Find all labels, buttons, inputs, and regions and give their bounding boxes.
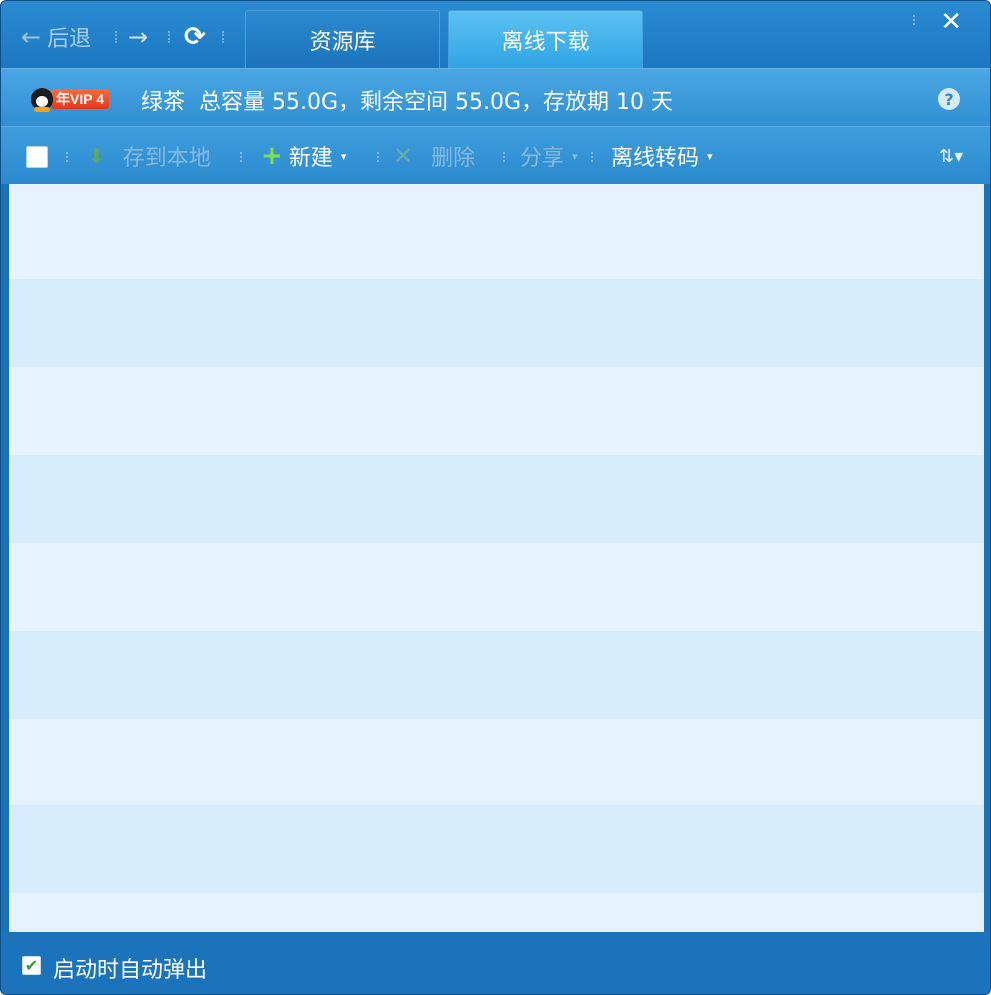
list-row — [9, 455, 984, 543]
nav-separator — [115, 15, 117, 59]
task-list[interactable] — [9, 184, 984, 932]
save-local-label: 存到本地 — [122, 146, 211, 171]
title-bar: ← 后退 → ⟳ 资源库 离线下载 ✕ — [1, 1, 990, 68]
back-arrow-icon: ← — [21, 23, 42, 51]
sort-icon: ⇅▾ — [939, 145, 964, 167]
list-row — [9, 631, 984, 719]
toolbar-separator — [377, 152, 379, 162]
qq-penguin-icon — [31, 88, 53, 112]
vip-badge: 年VIP 4 — [31, 88, 109, 112]
refresh-button[interactable]: ⟳ — [184, 15, 206, 59]
vip-level-tag: 年VIP 4 — [51, 89, 109, 109]
new-task-button[interactable]: + 新建 ▾ — [261, 127, 346, 185]
save-local-button[interactable]: ⬇ 存到本地 — [88, 127, 211, 185]
help-icon[interactable]: ? — [938, 88, 960, 110]
toolbar-separator — [240, 152, 242, 162]
forward-arrow-icon: → — [128, 23, 149, 51]
list-row — [9, 893, 984, 932]
toolbar: ⬇ 存到本地 + 新建 ▾ ✕ 删除 分享 ▾ 离线转码 ▾ ⇅▾ — [1, 126, 990, 184]
list-row — [9, 367, 984, 455]
delete-x-icon: ✕ — [393, 142, 414, 170]
back-label: 后退 — [47, 27, 92, 52]
titlebar-separator — [913, 15, 915, 25]
list-row — [9, 279, 984, 367]
share-label: 分享 — [520, 146, 565, 171]
list-row — [9, 805, 984, 893]
download-icon: ⬇ — [88, 144, 105, 168]
list-row — [9, 543, 984, 631]
auto-popup-checkbox[interactable]: ✔ — [22, 956, 41, 975]
chevron-down-icon: ▾ — [707, 149, 713, 163]
tab-label: 资源库 — [309, 29, 376, 55]
nav-separator — [222, 15, 224, 59]
share-button[interactable]: 分享 ▾ — [520, 127, 578, 185]
toolbar-separator — [503, 152, 505, 162]
back-button[interactable]: ← 后退 — [21, 15, 91, 59]
forward-button[interactable]: → — [128, 15, 148, 59]
sort-button[interactable]: ⇅▾ — [939, 127, 963, 185]
offline-transcode-button[interactable]: 离线转码 ▾ — [611, 127, 713, 185]
delete-button[interactable]: ✕ 删除 — [393, 127, 475, 185]
auto-popup-label[interactable]: 启动时自动弹出 — [53, 952, 207, 984]
delete-label: 删除 — [431, 146, 476, 171]
list-row — [9, 719, 984, 807]
tab-offline-download[interactable]: 离线下载 — [448, 10, 643, 68]
plus-icon: + — [261, 141, 283, 171]
close-button[interactable]: ✕ — [940, 7, 962, 37]
new-task-label: 新建 — [288, 146, 333, 171]
account-info-bar: 年VIP 4 绿茶 总容量 55.0G，剩余空间 55.0G，存放期 10 天 … — [1, 68, 990, 126]
toolbar-separator — [591, 152, 593, 162]
tab-label: 离线下载 — [501, 29, 590, 55]
chevron-down-icon: ▾ — [572, 149, 578, 163]
select-all-checkbox[interactable] — [26, 146, 48, 168]
list-row — [9, 184, 984, 272]
storage-info-text: 绿茶 总容量 55.0G，剩余空间 55.0G，存放期 10 天 — [141, 90, 674, 115]
tab-resource-library[interactable]: 资源库 — [245, 10, 440, 68]
transcode-label: 离线转码 — [611, 146, 700, 171]
close-icon: ✕ — [940, 7, 962, 37]
refresh-icon: ⟳ — [184, 22, 206, 52]
toolbar-separator — [66, 152, 68, 162]
offline-download-window: ← 后退 → ⟳ 资源库 离线下载 ✕ 年VIP 4 绿茶 总容量 55.0G，… — [0, 0, 991, 995]
chevron-down-icon: ▾ — [340, 149, 347, 163]
nav-separator — [168, 15, 170, 59]
